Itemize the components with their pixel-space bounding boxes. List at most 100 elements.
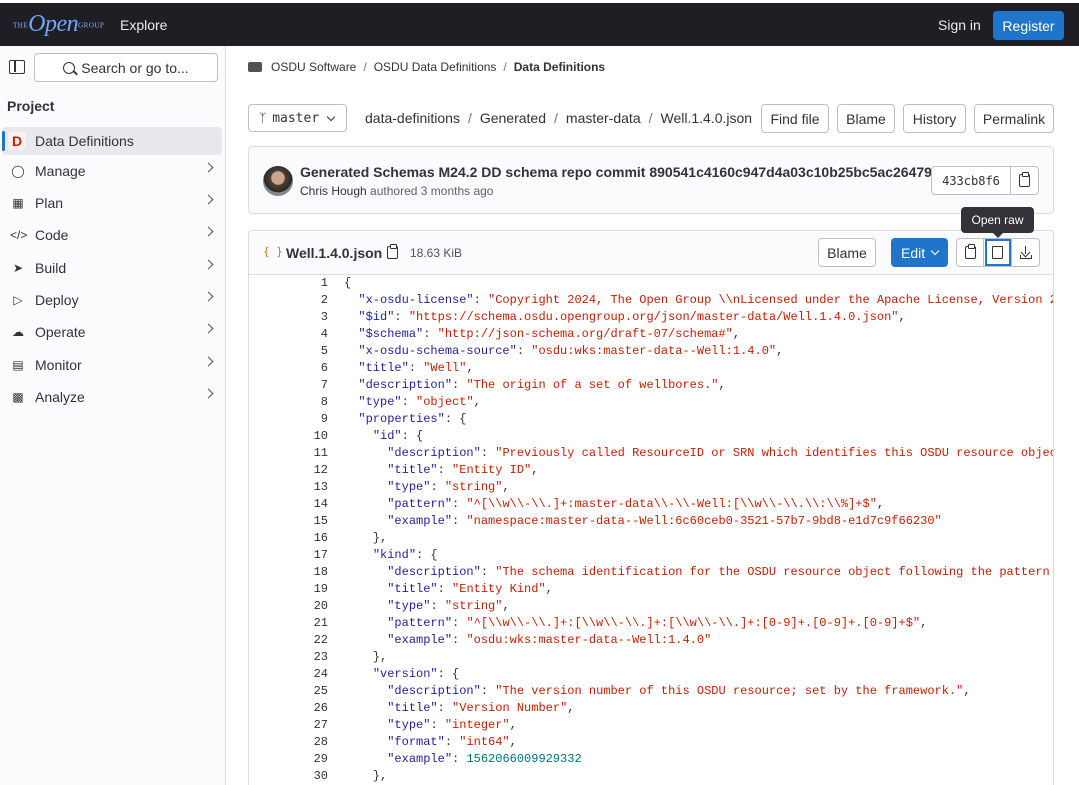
- line-source: "type": "string",: [328, 598, 509, 615]
- code-token: ,: [898, 310, 906, 324]
- line-number[interactable]: 24: [249, 666, 328, 683]
- open-group-logo[interactable]: THEOpenGROUP: [13, 11, 104, 37]
- sidebar-item-build[interactable]: ➤ Build: [2, 254, 222, 282]
- sidebar-item-analyze[interactable]: ▩ Analyze: [2, 383, 222, 411]
- code-token: :: [480, 446, 496, 460]
- line-number[interactable]: 8: [249, 394, 328, 411]
- explore-link[interactable]: Explore: [120, 17, 167, 33]
- line-number[interactable]: 16: [249, 530, 328, 547]
- code-token: :: [452, 616, 467, 630]
- download-button[interactable]: [1012, 238, 1040, 267]
- code-line: 4 "$schema": "http://json-schema.org/dra…: [249, 326, 1053, 343]
- line-number[interactable]: 26: [249, 700, 328, 717]
- breadcrumb-item[interactable]: OSDU Data Definitions: [374, 60, 497, 74]
- line-number[interactable]: 19: [249, 581, 328, 598]
- code-token: :: [452, 497, 467, 511]
- code-token: "description": [387, 684, 481, 698]
- commit-title[interactable]: Generated Schemas M24.2 DD schema repo c…: [300, 164, 944, 180]
- project-avatar: D: [8, 132, 26, 150]
- chevron-right-icon: [203, 226, 214, 237]
- line-number[interactable]: 21: [249, 615, 328, 632]
- code-token: },: [344, 531, 388, 545]
- sidebar-item-operate[interactable]: ☁ Operate: [2, 318, 222, 346]
- branch-icon: ᛉ: [259, 111, 267, 125]
- code-token: "string": [444, 599, 503, 613]
- commit-time: 3 months ago: [420, 184, 494, 198]
- author-avatar[interactable]: [263, 166, 293, 196]
- line-number[interactable]: 5: [249, 343, 328, 360]
- line-number[interactable]: 20: [249, 598, 328, 615]
- line-number[interactable]: 30: [249, 768, 328, 785]
- sidebar-toggle-icon[interactable]: [9, 60, 25, 74]
- find-file-button[interactable]: Find file: [761, 104, 829, 133]
- line-number[interactable]: 11: [249, 445, 328, 462]
- file-blame-button[interactable]: Blame: [818, 238, 876, 267]
- line-number[interactable]: 27: [249, 717, 328, 734]
- code-token: :: [430, 599, 445, 613]
- line-number[interactable]: 17: [249, 547, 328, 564]
- code-token: },: [344, 650, 388, 664]
- line-number[interactable]: 10: [249, 428, 328, 445]
- line-number[interactable]: 4: [249, 326, 328, 343]
- sidebar-item-data-definitions[interactable]: D Data Definitions: [2, 127, 222, 155]
- sidebar-item-code[interactable]: </> Code: [2, 221, 222, 249]
- line-number[interactable]: 29: [249, 751, 328, 768]
- breadcrumb-item[interactable]: OSDU Software: [271, 60, 356, 74]
- line-number[interactable]: 15: [249, 513, 328, 530]
- json-file-icon: { }: [263, 245, 283, 258]
- path-segment[interactable]: Generated: [480, 110, 546, 126]
- copy-sha-button[interactable]: [1011, 166, 1039, 195]
- copy-contents-button[interactable]: [956, 238, 984, 267]
- code-token: :: [473, 293, 489, 307]
- code-line: 5 "x-osdu-schema-source": "osdu:wks:mast…: [249, 343, 1053, 360]
- sidebar-item-label: Deploy: [35, 292, 79, 308]
- line-number[interactable]: 3: [249, 309, 328, 326]
- line-number[interactable]: 23: [249, 649, 328, 666]
- code-token: "type": [387, 480, 431, 494]
- sign-in-link[interactable]: Sign in: [938, 17, 981, 33]
- line-number[interactable]: 9: [249, 411, 328, 428]
- sidebar-item-monitor[interactable]: ▤ Monitor: [2, 351, 222, 379]
- commit-sha[interactable]: 433cb8f6: [931, 166, 1011, 195]
- permalink-button[interactable]: Permalink: [974, 104, 1054, 133]
- line-number[interactable]: 28: [249, 734, 328, 751]
- line-number[interactable]: 6: [249, 360, 328, 377]
- line-number[interactable]: 2: [249, 292, 328, 309]
- file-size: 18.63 KiB: [410, 246, 463, 260]
- code-token: ,: [502, 480, 510, 494]
- line-number[interactable]: 1: [249, 275, 328, 292]
- line-number[interactable]: 12: [249, 462, 328, 479]
- register-button[interactable]: Register: [993, 11, 1064, 40]
- sidebar-item-plan[interactable]: ▦ Plan: [2, 189, 222, 217]
- line-source: "kind": {: [328, 547, 438, 564]
- line-source: },: [328, 649, 387, 666]
- path-segment[interactable]: Well.1.4.0.json: [661, 110, 753, 126]
- chevron-right-icon: [203, 194, 214, 205]
- sidebar-item-deploy[interactable]: ▷ Deploy: [2, 286, 222, 314]
- breadcrumb-item[interactable]: Data Definitions: [514, 60, 605, 74]
- branch-selector[interactable]: ᛉ master: [248, 104, 347, 132]
- path-segment[interactable]: data-definitions: [365, 110, 460, 126]
- line-source: "id": {: [328, 428, 423, 445]
- logo-main: Open: [28, 11, 79, 37]
- line-number[interactable]: 14: [249, 496, 328, 513]
- blame-button[interactable]: Blame: [837, 104, 895, 133]
- line-number[interactable]: 18: [249, 564, 328, 581]
- line-number[interactable]: 7: [249, 377, 328, 394]
- line-number[interactable]: 22: [249, 632, 328, 649]
- search-button[interactable]: Search or go to...: [34, 53, 218, 82]
- sidebar-item-label: Analyze: [35, 389, 85, 405]
- sidebar-item-manage[interactable]: ◯ Manage: [2, 157, 222, 185]
- commit-sha-group: 433cb8f6: [931, 166, 1039, 195]
- edit-button[interactable]: Edit: [891, 238, 948, 267]
- path-segment[interactable]: master-data: [566, 110, 641, 126]
- commit-author[interactable]: Chris Hough: [300, 184, 367, 198]
- history-button[interactable]: History: [903, 104, 966, 133]
- line-number[interactable]: 25: [249, 683, 328, 700]
- line-number[interactable]: 13: [249, 479, 328, 496]
- open-raw-button[interactable]: [984, 238, 1012, 267]
- copy-path-icon[interactable]: [387, 244, 398, 259]
- chevron-right-icon: [203, 356, 214, 367]
